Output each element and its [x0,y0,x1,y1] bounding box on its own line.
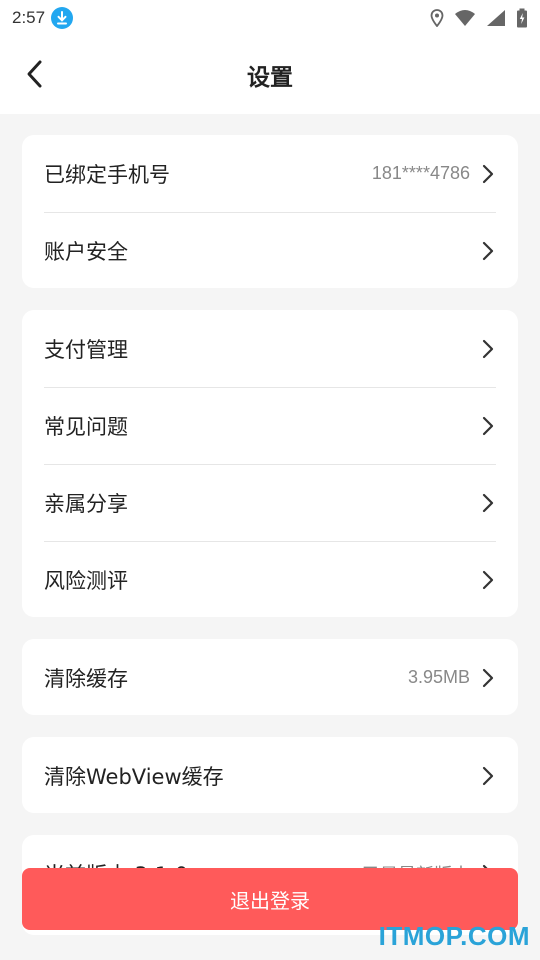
chevron-right-icon [480,765,496,787]
account-security-row[interactable]: 账户安全 [22,212,518,289]
family-share-row[interactable]: 亲属分享 [22,464,518,541]
row-label: 风险测评 [44,568,128,593]
row-label: 支付管理 [44,337,128,362]
chevron-right-icon [480,240,496,262]
services-group: 支付管理 常见问题 亲属分享 风险测评 [22,310,518,617]
payment-management-row[interactable]: 支付管理 [22,310,518,387]
chevron-right-icon [480,163,496,185]
row-label: 清除WebView缓存 [44,764,224,789]
app-header: 设置 [0,36,540,114]
chevron-right-icon [480,667,496,689]
row-label: 常见问题 [44,414,128,439]
clear-cache-row[interactable]: 清除缓存 3.95MB [22,639,518,716]
bound-phone-row[interactable]: 已绑定手机号 181****4786 [22,135,518,212]
download-icon [51,7,74,29]
row-label: 账户安全 [44,239,128,264]
page-title: 设置 [247,65,293,91]
chevron-right-icon [480,569,496,591]
status-bar: 2:57 [0,0,540,36]
cache-size-value: 3.95MB [407,667,470,687]
phone-number-value: 181****4786 [371,163,470,183]
row-label: 已绑定手机号 [44,162,170,187]
location-icon [430,9,444,27]
logout-label: 退出登录 [230,888,310,913]
clear-webview-cache-row[interactable]: 清除WebView缓存 [22,737,518,814]
status-icons [430,8,528,28]
chevron-left-icon [27,60,42,88]
battery-icon [516,8,528,28]
cache-group: 清除缓存 3.95MB [22,639,518,715]
back-button[interactable] [16,56,52,92]
status-time: 2:57 [12,8,46,27]
row-label: 亲属分享 [44,491,128,516]
webview-cache-group: 清除WebView缓存 [22,737,518,813]
row-label: 清除缓存 [44,666,128,691]
signal-icon [486,9,506,27]
risk-assessment-row[interactable]: 风险测评 [22,541,518,618]
chevron-right-icon [480,492,496,514]
watermark-logo: ITMOP.COM [378,921,530,951]
chevron-right-icon [480,338,496,360]
chevron-right-icon [480,415,496,437]
settings-screen: 2:57 设置 已绑定手机号 181****4786 账户安全 支付管理 常见问… [0,0,540,960]
faq-row[interactable]: 常见问题 [22,387,518,464]
account-group: 已绑定手机号 181****4786 账户安全 [22,135,518,288]
wifi-icon [454,9,476,27]
